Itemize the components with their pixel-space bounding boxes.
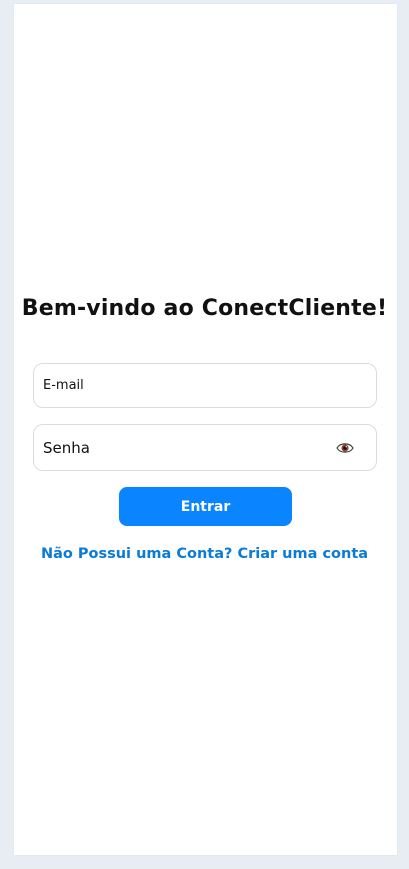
password-field-container: [33, 424, 377, 471]
page-title: Bem-vindo ao ConectCliente!: [21, 296, 388, 321]
signup-link[interactable]: Não Possui uma Conta? Criar uma conta: [0, 546, 409, 562]
eye-icon[interactable]: [336, 441, 354, 455]
password-input[interactable]: [34, 425, 376, 470]
email-input[interactable]: [34, 364, 376, 407]
login-button[interactable]: Entrar: [119, 487, 292, 526]
email-field-container: [33, 363, 377, 408]
